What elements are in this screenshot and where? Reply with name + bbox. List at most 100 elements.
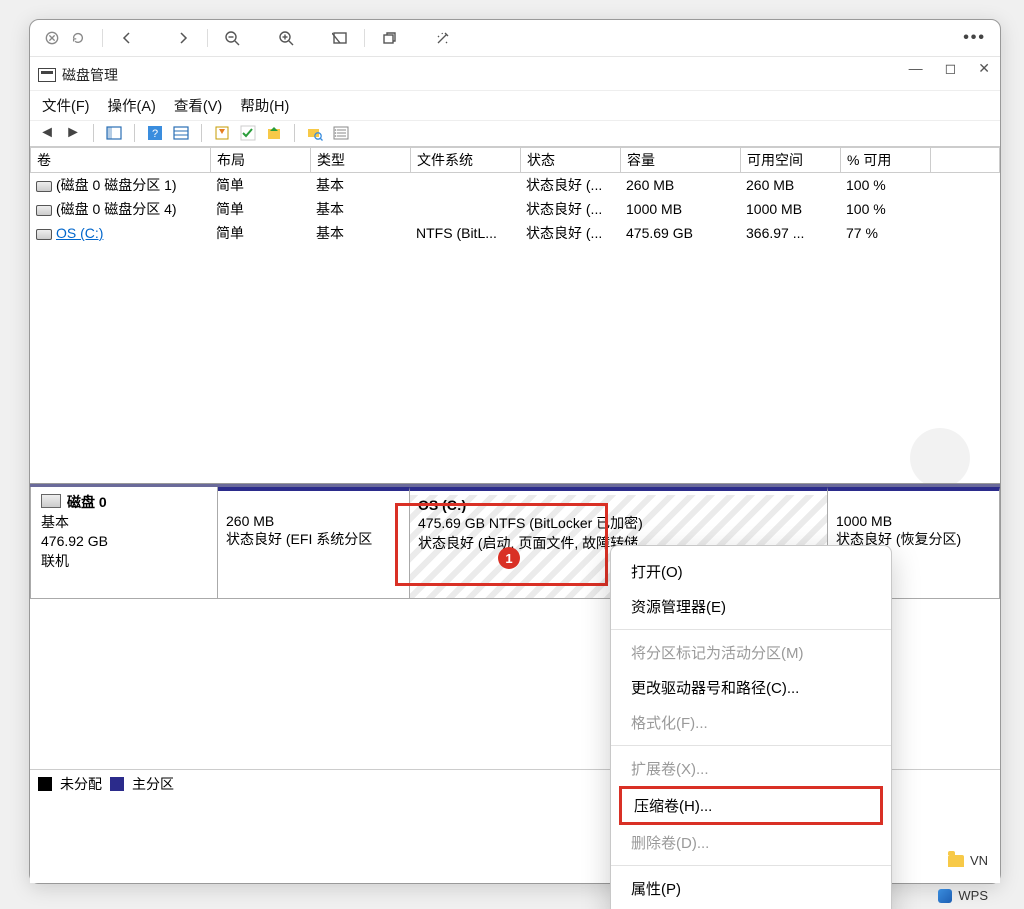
folder-icon	[948, 855, 964, 867]
cell-layout: 简单	[210, 197, 310, 221]
cell-free: 1000 MB	[740, 197, 840, 221]
checklist-icon[interactable]	[239, 124, 257, 142]
legend-primary: 主分区	[132, 774, 174, 794]
annotation-box-1	[395, 503, 608, 586]
ctx-explorer[interactable]: 资源管理器(E)	[611, 589, 891, 624]
app-icon	[38, 68, 56, 82]
menu-bar: 文件(F) 操作(A) 查看(V) 帮助(H)	[30, 91, 1000, 121]
ctx-open[interactable]: 打开(O)	[611, 554, 891, 589]
cell-pct: 100 %	[840, 197, 930, 221]
close-button[interactable]: ✕	[978, 60, 990, 77]
more-icon[interactable]: •••	[963, 29, 986, 47]
zoom-out-icon[interactable]	[224, 30, 240, 46]
cell-fs	[410, 197, 520, 221]
mmc-toolbar: ◄ ► ?	[30, 121, 1000, 147]
list-toggle-icon[interactable]	[332, 124, 350, 142]
partition-size: 1000 MB	[836, 513, 991, 529]
legend-unallocated: 未分配	[60, 774, 102, 794]
search-disk-icon[interactable]	[306, 124, 324, 142]
cell-cap: 260 MB	[620, 173, 740, 197]
wps-icon	[938, 889, 952, 903]
menu-help[interactable]: 帮助(H)	[240, 95, 289, 116]
cell-free: 260 MB	[740, 173, 840, 197]
col-layout[interactable]: 布局	[211, 148, 311, 173]
col-pct[interactable]: % 可用	[841, 148, 931, 173]
help-icon[interactable]: ?	[146, 124, 164, 142]
taskbar-vn[interactable]: VN	[948, 853, 988, 868]
taskbar-wps-label: WPS	[958, 888, 988, 903]
cell-layout: 简单	[210, 221, 310, 245]
title-bar: 磁盘管理 — ◻ ✕	[30, 60, 1000, 91]
disk-status: 联机	[41, 552, 207, 572]
col-fs[interactable]: 文件系统	[411, 148, 521, 173]
ctx-delete: 删除卷(D)...	[611, 825, 891, 860]
cell-pct: 77 %	[840, 221, 930, 245]
details-icon[interactable]	[172, 124, 190, 142]
cell-vol: (磁盘 0 磁盘分区 4)	[56, 201, 177, 217]
ctx-change-letter[interactable]: 更改驱动器号和路径(C)...	[611, 670, 891, 705]
ctx-shrink[interactable]: 压缩卷(H)...	[634, 793, 868, 818]
col-type[interactable]: 类型	[311, 148, 411, 173]
up-arrow-icon[interactable]	[265, 124, 283, 142]
volume-row[interactable]: OS (C:) 简单 基本 NTFS (BitL... 状态良好 (... 47…	[30, 221, 1000, 245]
taskbar-vn-label: VN	[970, 853, 988, 868]
cell-cap: 1000 MB	[620, 197, 740, 221]
disk-size: 476.92 GB	[41, 532, 207, 552]
reload-icon[interactable]	[70, 30, 86, 46]
drive-icon	[36, 229, 52, 240]
minimize-button[interactable]: —	[909, 60, 923, 77]
ctx-properties[interactable]: 属性(P)	[611, 871, 891, 906]
cell-vol[interactable]: OS (C:)	[56, 225, 103, 241]
col-status[interactable]: 状态	[521, 148, 621, 173]
annotation-box-2: 压缩卷(H)...	[619, 786, 883, 825]
legend-swatch-unalloc	[38, 777, 52, 791]
window-title: 磁盘管理	[62, 65, 118, 85]
cell-pct: 100 %	[840, 173, 930, 197]
cell-free: 366.97 ...	[740, 221, 840, 245]
annotation-badge-1: 1	[498, 547, 520, 569]
popup-icon[interactable]	[381, 30, 397, 46]
back-icon[interactable]	[119, 30, 135, 46]
partition-size: 260 MB	[226, 513, 401, 529]
ctx-extend: 扩展卷(X)...	[611, 751, 891, 786]
taskbar-wps[interactable]: WPS	[938, 888, 988, 903]
cell-vol: (磁盘 0 磁盘分区 1)	[56, 177, 177, 193]
wand-icon[interactable]	[435, 30, 451, 46]
disk-type: 基本	[41, 513, 207, 533]
cell-status: 状态良好 (...	[520, 221, 620, 245]
cell-status: 状态良好 (...	[520, 173, 620, 197]
refresh-icon[interactable]	[213, 124, 231, 142]
volume-row[interactable]: (磁盘 0 磁盘分区 1) 简单 基本 状态良好 (... 260 MB 260…	[30, 173, 1000, 197]
volume-list: 卷 布局 类型 文件系统 状态 容量 可用空间 % 可用 (磁盘 0 磁盘分	[30, 147, 1000, 484]
drive-icon	[36, 181, 52, 192]
forward-icon[interactable]	[175, 30, 191, 46]
ctx-mark-active: 将分区标记为活动分区(M)	[611, 635, 891, 670]
col-capacity[interactable]: 容量	[621, 148, 741, 173]
background-taskbar: VN WPS	[938, 853, 988, 903]
show-hide-tree-icon[interactable]	[105, 124, 123, 142]
drive-icon	[36, 205, 52, 216]
col-spacer	[931, 148, 1000, 173]
cell-type: 基本	[310, 221, 410, 245]
cell-layout: 简单	[210, 173, 310, 197]
volume-row[interactable]: (磁盘 0 磁盘分区 4) 简单 基本 状态良好 (... 1000 MB 10…	[30, 197, 1000, 221]
disk-info[interactable]: 磁盘 0 基本 476.92 GB 联机	[30, 487, 218, 599]
col-free[interactable]: 可用空间	[741, 148, 841, 173]
stop-icon[interactable]	[44, 30, 60, 46]
browser-toolbar: •••	[30, 20, 1000, 57]
col-volume[interactable]: 卷	[31, 148, 211, 173]
svg-text:?: ?	[152, 128, 158, 140]
nav-back-icon[interactable]: ◄	[38, 124, 56, 142]
partition-efi[interactable]: 260 MB 状态良好 (EFI 系统分区	[218, 487, 410, 599]
fit-width-icon[interactable]	[332, 30, 348, 46]
nav-forward-icon[interactable]: ►	[64, 124, 82, 142]
menu-view[interactable]: 查看(V)	[174, 95, 222, 116]
menu-action[interactable]: 操作(A)	[108, 95, 156, 116]
menu-file[interactable]: 文件(F)	[42, 95, 90, 116]
cell-status: 状态良好 (...	[520, 197, 620, 221]
cell-type: 基本	[310, 197, 410, 221]
legend-swatch-primary	[110, 777, 124, 791]
zoom-in-icon[interactable]	[278, 30, 294, 46]
volume-header-row: 卷 布局 类型 文件系统 状态 容量 可用空间 % 可用	[31, 148, 1000, 173]
maximize-button[interactable]: ◻	[945, 60, 957, 77]
